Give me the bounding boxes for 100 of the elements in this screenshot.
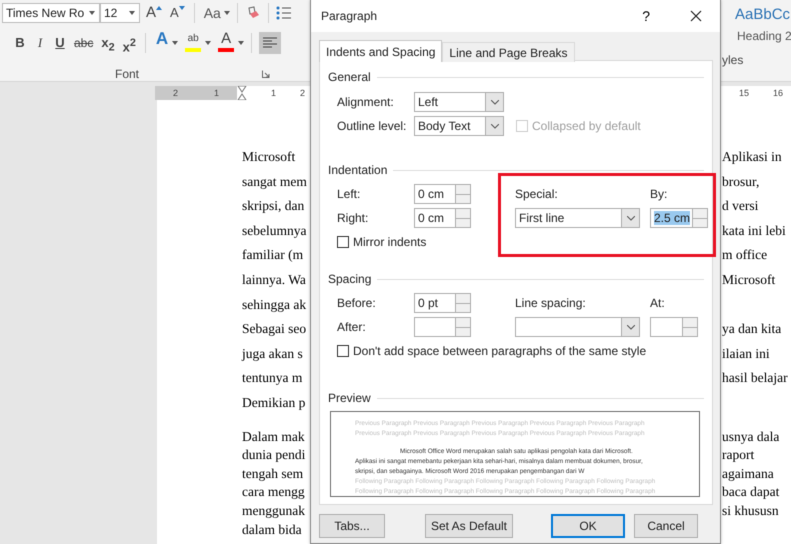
caret-icon	[89, 11, 95, 15]
number-field[interactable]: 0 cm	[414, 208, 471, 228]
document-text: Microsoft	[722, 270, 776, 289]
document-text: Demikian p	[242, 394, 306, 412]
document-text: ya dan kita	[722, 320, 782, 338]
document-text: baca dapat	[722, 483, 780, 502]
field-label: Left:	[337, 187, 362, 201]
help-button[interactable]: ?	[640, 8, 652, 24]
field-label: Outline level:	[337, 119, 408, 133]
caret-icon	[129, 11, 135, 15]
field-label: Alignment:	[337, 95, 395, 109]
document-text: sebelumnya	[242, 222, 306, 240]
ruler-number: 15	[738, 87, 749, 100]
document-text: agaimana	[722, 464, 774, 483]
group-label: Font	[115, 67, 140, 81]
number-field[interactable]: 0 pt	[414, 293, 471, 313]
field-label: Before:	[337, 296, 377, 310]
document-text: sehingga ak	[242, 296, 306, 314]
chevron-icon	[490, 124, 498, 128]
document-text: Aplikasi in	[722, 148, 782, 166]
ruler-number: 16	[772, 87, 783, 100]
caret-icon	[238, 41, 244, 45]
font-name-field[interactable]: Times New Ro	[2, 3, 100, 23]
document-text: menggunak	[242, 502, 305, 520]
document-text: dunia pendi	[242, 446, 306, 464]
document-text: raport	[722, 446, 754, 464]
document-text: kata ini lebi	[722, 222, 786, 240]
document-text: hasil belajar	[722, 369, 788, 388]
field-label: Line spacing:	[515, 296, 587, 310]
font-style-button[interactable]: ab	[182, 32, 204, 54]
chevron-icon	[490, 100, 498, 104]
number-field[interactable]	[414, 317, 471, 337]
document-text: brosur,	[722, 172, 760, 191]
document-text: lainnya. Wa	[242, 270, 306, 289]
section-heading: Spacing	[328, 272, 372, 286]
document-text: Microsoft	[242, 148, 296, 166]
dropdown[interactable]: Body Text	[414, 116, 504, 136]
number-field[interactable]: 2.5 cm	[650, 208, 708, 228]
style-name[interactable]: Heading 2	[737, 29, 791, 43]
document-text: dalam bida	[242, 520, 302, 538]
bullets-icon[interactable]	[276, 5, 292, 21]
tab[interactable]: Line and Page Breaks	[442, 42, 575, 62]
format-button[interactable]: x$^{2}$	[120, 33, 138, 53]
document-text: Sebagai seo	[242, 320, 306, 338]
dropdown[interactable]: Left	[414, 92, 504, 112]
field-label: Special:	[515, 187, 559, 201]
document-text: tentunya m	[242, 369, 302, 388]
ruler-number: 2	[300, 87, 306, 100]
shrink-font-button[interactable]: A	[168, 3, 187, 23]
format-button[interactable]: abc	[72, 33, 96, 53]
change-case-button[interactable]: Aa	[202, 3, 223, 23]
font-style-button[interactable]: A	[215, 32, 238, 54]
checkbox-label: Collapsed by default	[532, 119, 641, 133]
ruler-number: 2	[172, 87, 178, 100]
section-heading: General	[328, 70, 371, 84]
ruler-number: 1	[271, 87, 276, 100]
chevron-icon	[626, 216, 634, 220]
dialog-button[interactable]: OK	[551, 514, 625, 538]
close-icon[interactable]	[690, 10, 702, 22]
section-heading: Indentation	[328, 163, 388, 177]
number-field[interactable]	[650, 317, 698, 337]
section-heading: Preview	[328, 391, 371, 405]
field-label: By:	[650, 187, 668, 201]
document-text: si khususn	[722, 502, 779, 520]
checkbox[interactable]	[337, 345, 349, 357]
tab[interactable]: Indents and Spacing	[319, 40, 442, 62]
dialog-button[interactable]: Set As Default	[425, 514, 513, 538]
document-text: juga akan s	[242, 344, 303, 363]
down-triangle-icon	[178, 6, 185, 10]
checkbox-label: Don't add space between paragraphs of the same style	[353, 344, 646, 358]
document-text: d versi	[722, 197, 758, 216]
grow-font-button[interactable]: A	[144, 3, 164, 23]
document-text: familiar (m	[242, 246, 304, 264]
number-field[interactable]: 0 cm	[414, 184, 471, 204]
format-button[interactable]: B	[12, 33, 28, 53]
style-preview[interactable]: AaBbCc	[735, 6, 790, 23]
caret-icon	[172, 41, 178, 45]
group-label: yles	[722, 53, 744, 67]
up-triangle-icon	[156, 6, 162, 10]
ruler-number: 1	[214, 87, 219, 100]
format-button[interactable]: U	[52, 33, 68, 53]
dropdown[interactable]: First line	[515, 208, 640, 228]
dialog-button[interactable]: Tabs...	[319, 514, 385, 538]
checkbox[interactable]	[337, 236, 349, 248]
document-text: Dalam mak	[242, 428, 305, 446]
font-style-button[interactable]: A	[152, 32, 172, 54]
format-button[interactable]: I	[32, 33, 48, 53]
font-size-field[interactable]: 12	[100, 3, 140, 23]
dialog-title: Paragraph	[321, 9, 378, 23]
align-left-icon	[263, 37, 278, 49]
caret-icon	[205, 41, 212, 45]
document-text: skripsi, dan	[242, 197, 304, 216]
align-left-button[interactable]	[259, 32, 282, 54]
field-label: Right:	[337, 211, 370, 225]
field-label: After:	[337, 320, 367, 334]
dialog-button[interactable]: Cancel	[634, 514, 698, 538]
field-label: At:	[650, 296, 666, 310]
document-text: sangat mem	[242, 172, 307, 191]
format-button[interactable]: x$_{2}$	[99, 33, 117, 53]
dialog-launcher-icon[interactable]	[262, 70, 270, 78]
